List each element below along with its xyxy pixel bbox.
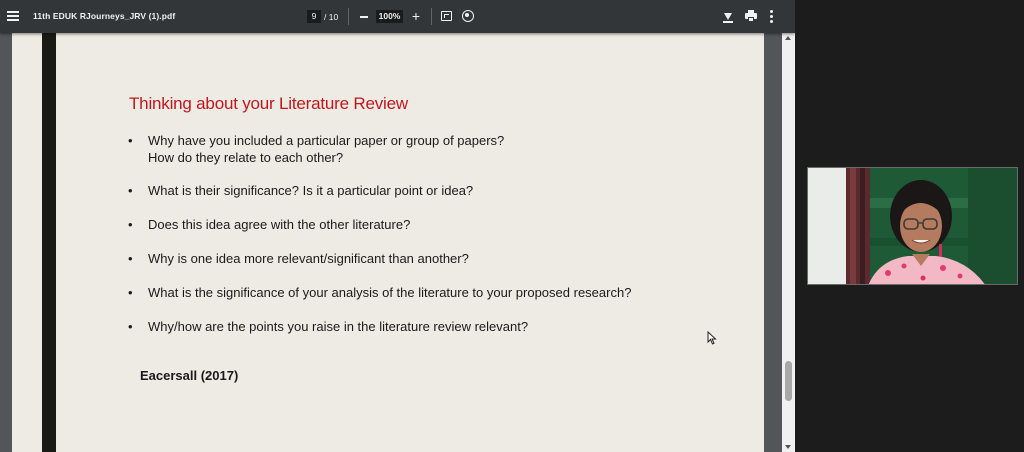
bullet-text: What is the significance of your analysi… xyxy=(148,285,632,300)
pdf-page: Thinking about your Literature Review • … xyxy=(12,33,764,452)
zoom-level-input[interactable]: 100% xyxy=(376,10,403,23)
vertical-scrollbar[interactable] xyxy=(782,33,795,452)
bullet-dot: • xyxy=(128,183,133,198)
bullet-text: Why is one idea more relevant/significan… xyxy=(148,251,469,266)
bullet-dot: • xyxy=(128,251,133,266)
bullet-text: Does this idea agree with the other lite… xyxy=(148,217,411,232)
slide-title: Thinking about your Literature Review xyxy=(129,94,408,113)
bullet-dot: • xyxy=(128,285,133,300)
pdf-toolbar: 11th EDUK RJourneys_JRV (1).pdf 9 / 10 1… xyxy=(0,0,795,33)
bullet-text: Why/how are the points you raise in the … xyxy=(148,319,529,334)
fit-to-page-icon[interactable] xyxy=(441,11,452,21)
bullet-text: Why have you included a particular paper… xyxy=(148,133,505,148)
bullet-dot: • xyxy=(128,133,133,148)
bullet-text: What is their significance? Is it a part… xyxy=(148,183,474,198)
document-title: 11th EDUK RJourneys_JRV (1).pdf xyxy=(33,11,176,21)
scroll-down-arrow-icon[interactable] xyxy=(785,445,791,449)
toolbar-divider xyxy=(348,8,349,25)
citation: Eacersall (2017) xyxy=(140,368,239,383)
current-page-input[interactable]: 9 xyxy=(307,10,321,23)
pdf-viewer: 11th EDUK RJourneys_JRV (1).pdf 9 / 10 1… xyxy=(0,0,795,452)
slide-left-bar xyxy=(42,33,56,452)
download-icon[interactable] xyxy=(722,10,734,23)
bullet-dot: • xyxy=(128,217,133,232)
scrollbar-thumb[interactable] xyxy=(785,361,792,401)
bullet-text-continuation: How do they relate to each other? xyxy=(148,150,344,165)
toolbar-divider xyxy=(431,8,432,25)
zoom-out-button[interactable] xyxy=(358,10,370,22)
webcam-video-tile xyxy=(807,167,1018,285)
rotate-icon[interactable] xyxy=(462,10,474,22)
total-pages-label: / 10 xyxy=(324,12,339,22)
more-options-icon[interactable] xyxy=(769,9,775,24)
zoom-in-button[interactable]: + xyxy=(409,9,423,23)
participant-video-image xyxy=(808,168,1017,284)
bullet-dot: • xyxy=(128,319,133,334)
scroll-up-arrow-icon[interactable] xyxy=(785,36,791,40)
print-icon[interactable] xyxy=(745,10,757,22)
hamburger-menu-icon[interactable] xyxy=(7,10,20,23)
